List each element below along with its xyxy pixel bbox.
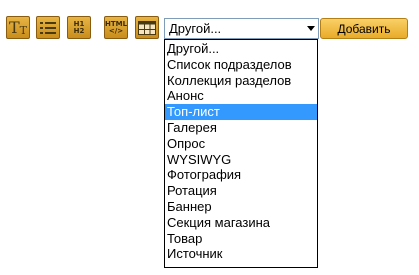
dropdown-option[interactable]: WYSIWYG <box>165 152 317 168</box>
table-button[interactable] <box>135 16 159 39</box>
dropdown-option[interactable]: Коллекция разделов <box>165 73 317 89</box>
text-format-button[interactable]: TT <box>6 16 30 39</box>
chevron-down-icon[interactable] <box>307 26 315 31</box>
text-format-icon: TT <box>8 17 27 37</box>
block-type-select[interactable]: Другой... <box>164 18 319 39</box>
headings-icon: H1 H2 <box>73 20 85 35</box>
dropdown-option[interactable]: Ротация <box>165 183 317 199</box>
dropdown-option[interactable]: Другой... <box>165 41 317 57</box>
dropdown-option[interactable]: Список подразделов <box>165 57 317 73</box>
headings-icon-label-bottom: H2 <box>73 26 85 35</box>
list-button[interactable] <box>36 16 60 39</box>
add-button[interactable]: Добавить <box>320 18 408 39</box>
dropdown-option[interactable]: Секция магазина <box>165 215 317 231</box>
dropdown-option[interactable]: Фотография <box>165 167 317 183</box>
dropdown-option[interactable]: Баннер <box>165 199 317 215</box>
headings-button[interactable]: H1 H2 <box>67 16 91 39</box>
block-type-select-value: Другой... <box>169 21 222 36</box>
html-code-button[interactable]: HTML </> <box>104 16 128 39</box>
dropdown-option[interactable]: Галерея <box>165 120 317 136</box>
dropdown-option[interactable]: Товар <box>165 231 317 247</box>
block-type-dropdown-list[interactable]: Другой... Список подразделов Коллекция р… <box>164 39 318 268</box>
dropdown-option[interactable]: Анонс <box>165 88 317 104</box>
dropdown-option-selected[interactable]: Топ-лист <box>165 104 317 120</box>
dropdown-option[interactable]: Источник <box>165 246 317 262</box>
list-icon <box>40 21 56 35</box>
html-code-icon: HTML </> <box>105 20 127 35</box>
dropdown-option[interactable]: Опрос <box>165 136 317 152</box>
table-icon <box>138 20 156 35</box>
html-icon-label-bottom: </> <box>108 26 124 35</box>
